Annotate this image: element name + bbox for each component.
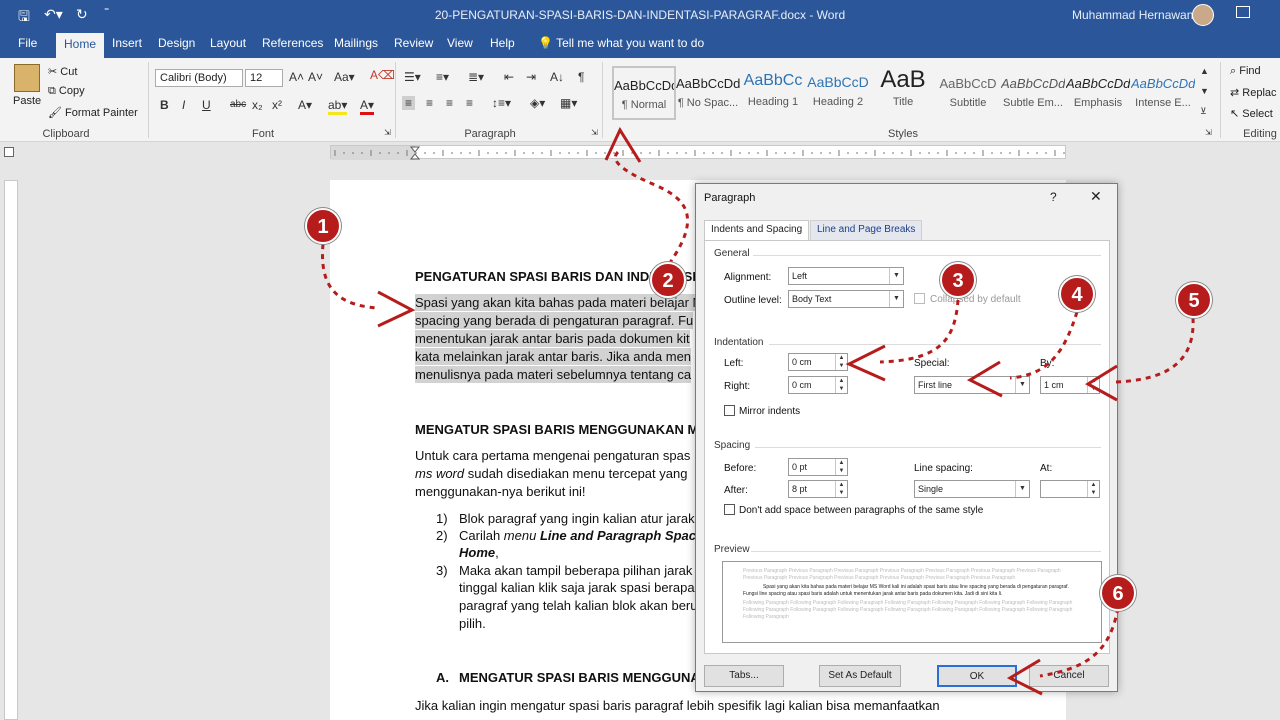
annotation-badge-1: 1: [305, 208, 341, 244]
arrow-head: [1085, 364, 1118, 402]
arrow-3: [879, 299, 960, 364]
annotation-badge-6: 6: [1100, 575, 1136, 611]
arrow-6: [1039, 607, 1120, 678]
annotation-arrows: [321, 126, 1195, 696]
annotation-badge-2: 2: [650, 262, 686, 298]
arrow-head: [377, 290, 416, 328]
arrow-4: [1009, 311, 1079, 380]
arrow-head: [1006, 658, 1043, 696]
arrow-1: [321, 243, 379, 310]
annotation-badge-3: 3: [940, 262, 976, 298]
arrow-2: [613, 150, 689, 265]
annotation-badge-5: 5: [1176, 282, 1212, 318]
arrow-head: [604, 126, 642, 163]
arrow-head: [966, 360, 1003, 398]
annotation-badge-4: 4: [1059, 276, 1095, 312]
arrow-head: [845, 344, 886, 382]
arrow-5: [1114, 317, 1195, 384]
